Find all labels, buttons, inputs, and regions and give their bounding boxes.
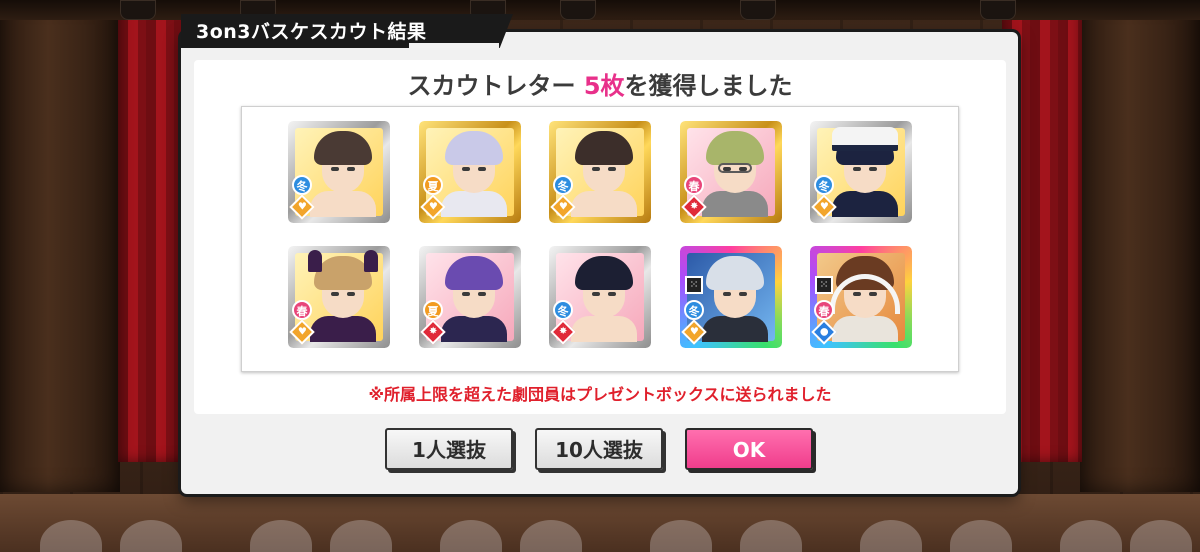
season-badge: 夏	[423, 300, 443, 320]
season-badge: 冬	[684, 300, 704, 320]
character-eye	[592, 167, 600, 171]
season-badge: 冬	[553, 175, 573, 195]
character-eye	[347, 292, 355, 296]
character-portrait	[571, 131, 637, 217]
character-card[interactable]: 春 ✸	[680, 121, 782, 223]
character-eye	[739, 292, 747, 296]
headline: スカウトレター 5枚を獲得しました	[194, 66, 1006, 101]
horn-icon	[364, 250, 378, 272]
character-eye	[331, 167, 339, 171]
stage-light	[740, 0, 776, 20]
dice-icon: ⁙	[815, 276, 833, 294]
character-eye	[331, 292, 339, 296]
season-badge: 夏	[423, 175, 443, 195]
character-eye	[478, 167, 486, 171]
character-card[interactable]: ⁙ 春 ●	[810, 246, 912, 348]
character-eye	[869, 167, 877, 171]
character-outfit	[310, 191, 376, 217]
select-ten-button[interactable]: 10人選抜	[535, 428, 663, 470]
character-portrait	[310, 131, 376, 217]
character-card[interactable]: 春 ♥	[288, 246, 390, 348]
character-outfit	[571, 316, 637, 342]
character-outfit	[832, 316, 898, 342]
character-outfit	[832, 191, 898, 217]
character-portrait	[308, 250, 378, 342]
character-hair	[706, 131, 764, 165]
character-hair	[706, 256, 764, 290]
character-portrait	[571, 256, 637, 342]
character-portrait	[441, 256, 507, 342]
season-badge: 春	[292, 300, 312, 320]
character-portrait	[832, 127, 898, 217]
character-card[interactable]: 冬 ♥	[549, 121, 651, 223]
stage-pillar-left	[0, 0, 120, 492]
lighting-beam	[0, 0, 1200, 20]
character-outfit	[441, 316, 507, 342]
ok-button[interactable]: OK	[685, 428, 813, 470]
character-card[interactable]: 冬 ♥	[810, 121, 912, 223]
character-card[interactable]: 夏 ♥	[419, 121, 521, 223]
character-card[interactable]: 冬 ✸	[549, 246, 651, 348]
glasses-icon	[718, 163, 752, 173]
season-badge: 春	[684, 175, 704, 195]
character-outfit	[310, 316, 376, 342]
overflow-notice: ※所属上限を超えた劇団員はプレゼントボックスに送られました	[368, 385, 832, 404]
sailor-cap-icon	[832, 127, 898, 151]
character-card[interactable]: 夏 ✸	[419, 246, 521, 348]
character-eye	[478, 292, 486, 296]
character-portrait	[702, 131, 768, 217]
headline-prefix: スカウトレター	[407, 72, 584, 100]
character-outfit	[702, 316, 768, 342]
character-eye	[853, 167, 861, 171]
character-hair	[314, 131, 372, 165]
character-eye	[347, 167, 355, 171]
character-eye	[608, 167, 616, 171]
character-hair	[445, 256, 503, 290]
character-card[interactable]: ⁙ 冬 ♥	[680, 246, 782, 348]
character-hair	[445, 131, 503, 165]
character-eye	[462, 292, 470, 296]
select-one-button[interactable]: 1人選抜	[385, 428, 513, 470]
season-badge: 冬	[553, 300, 573, 320]
character-outfit	[571, 191, 637, 217]
season-badge: 春	[814, 300, 834, 320]
character-eye	[592, 292, 600, 296]
dialog-title: 3on3バスケスカウト結果	[196, 21, 427, 43]
character-hair	[575, 256, 633, 290]
character-portrait	[702, 256, 768, 342]
character-eye	[462, 167, 470, 171]
season-badge: 冬	[292, 175, 312, 195]
character-card[interactable]: 冬 ♥	[288, 121, 390, 223]
headline-suffix: を獲得しました	[624, 72, 793, 100]
season-badge: 冬	[814, 175, 834, 195]
character-outfit	[702, 191, 768, 217]
stage-light	[980, 0, 1016, 20]
character-eye	[608, 292, 616, 296]
stage-light	[120, 0, 156, 20]
stage-light	[560, 0, 596, 20]
stage-pillar-right	[1080, 0, 1200, 492]
dice-icon: ⁙	[685, 276, 703, 294]
character-eye	[723, 292, 731, 296]
character-portrait	[830, 256, 900, 342]
headline-count: 5枚	[583, 72, 625, 100]
character-outfit	[441, 191, 507, 217]
character-hair	[575, 131, 633, 165]
character-portrait	[441, 131, 507, 217]
horn-icon	[308, 250, 322, 272]
